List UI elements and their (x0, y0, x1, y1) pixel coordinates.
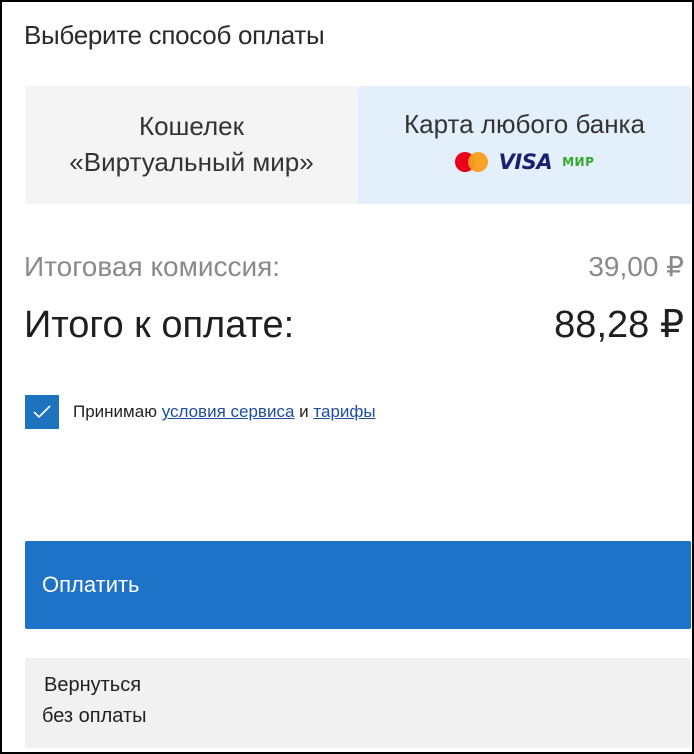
pay-button[interactable]: Оплатить (25, 541, 691, 629)
back-button-label-line2: без оплаты (42, 705, 147, 727)
page-title: Выберите способ оплаты (24, 20, 325, 50)
mastercard-icon (454, 152, 489, 172)
back-button-label-line1: Вернуться (44, 674, 142, 696)
payment-panel: Выберите способ оплаты Кошелек «Виртуаль… (0, 0, 694, 754)
agreement-prefix: Принимаю (73, 402, 157, 421)
agreement-row: Принимаю условия сервиса и тарифы (25, 395, 376, 429)
tab-wallet-label-line1: Кошелек (138, 111, 245, 141)
payment-method-tabs: Кошелек «Виртуальный мир» Карта любого б… (25, 86, 691, 204)
tab-bank-card-label: Карта любого банка (404, 109, 645, 139)
agreement-checkbox[interactable] (25, 395, 59, 429)
fee-value: 39,00 ₽ (588, 251, 684, 282)
mir-icon: МИР (562, 155, 595, 169)
agreement-and: и (299, 402, 309, 421)
checkmark-icon (33, 405, 51, 419)
total-label: Итого к оплате: (24, 304, 295, 346)
agreement-text: Принимаю условия сервиса и тарифы (73, 402, 376, 422)
tab-wallet-label-line2: «Виртуальный мир» (69, 147, 314, 177)
card-logos: VISA МИР (358, 150, 691, 174)
fee-row: Итоговая комиссия: 39,00 ₽ (24, 250, 684, 283)
return-without-payment-button[interactable]: Вернуться без оплаты (25, 658, 691, 748)
fee-label: Итоговая комиссия: (24, 251, 281, 282)
pay-button-label: Оплатить (42, 572, 140, 597)
visa-icon: VISA (498, 150, 553, 174)
tariffs-link[interactable]: тарифы (313, 402, 375, 421)
total-value: 88,28 ₽ (554, 304, 684, 346)
total-row: Итого к оплате: 88,28 ₽ (24, 302, 684, 347)
tab-bank-card[interactable]: Карта любого банка VISA МИР (358, 86, 691, 204)
tab-wallet[interactable]: Кошелек «Виртуальный мир» (25, 86, 358, 204)
terms-link[interactable]: условия сервиса (162, 402, 295, 421)
